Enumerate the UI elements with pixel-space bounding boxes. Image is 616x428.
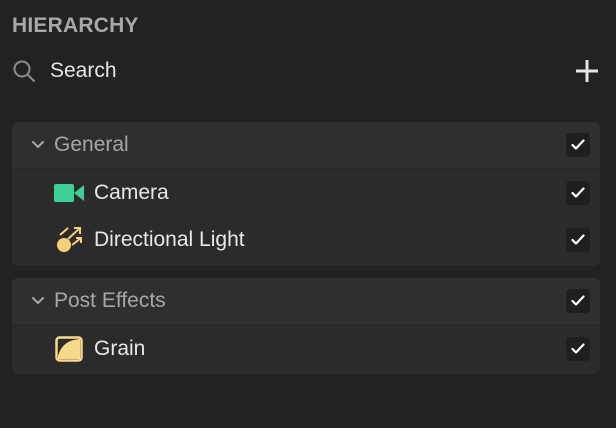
group-header-general[interactable]: General bbox=[12, 122, 600, 169]
checkmark-icon bbox=[571, 295, 585, 306]
search-icon bbox=[12, 59, 36, 83]
list-item-directional-light[interactable]: Directional Light bbox=[12, 216, 600, 263]
checkmark-icon bbox=[571, 233, 585, 245]
grain-icon bbox=[54, 334, 84, 364]
chevron-down-icon[interactable] bbox=[30, 137, 46, 153]
list-item-label: Grain bbox=[94, 336, 146, 360]
grain-checkbox[interactable] bbox=[566, 336, 590, 361]
group-general: General Camera Directional Light bbox=[12, 122, 600, 266]
chevron-down-icon[interactable] bbox=[30, 293, 46, 309]
panel-title: HIERARCHY bbox=[12, 14, 139, 37]
group-post-effects-checkbox[interactable] bbox=[566, 289, 590, 313]
search-bar bbox=[12, 56, 602, 86]
group-general-checkbox[interactable] bbox=[566, 133, 590, 157]
plus-icon bbox=[576, 60, 598, 82]
directional-light-checkbox[interactable] bbox=[566, 227, 590, 252]
list-item-label: Directional Light bbox=[94, 227, 245, 251]
checkmark-icon bbox=[571, 342, 585, 354]
group-post-effects: Post Effects Grain bbox=[12, 278, 600, 374]
directional-light-icon bbox=[54, 225, 84, 255]
list-item-grain[interactable]: Grain bbox=[12, 325, 600, 372]
group-label: Post Effects bbox=[54, 289, 166, 312]
checkmark-icon bbox=[571, 139, 585, 150]
checkmark-icon bbox=[571, 186, 585, 198]
group-header-post-effects[interactable]: Post Effects bbox=[12, 278, 600, 325]
search-input[interactable] bbox=[50, 59, 470, 83]
hierarchy-panel: HIERARCHY General bbox=[0, 0, 616, 428]
group-label: General bbox=[54, 133, 129, 156]
camera-icon bbox=[54, 178, 84, 208]
list-item-camera[interactable]: Camera bbox=[12, 169, 600, 216]
camera-checkbox[interactable] bbox=[566, 180, 590, 205]
list-item-label: Camera bbox=[94, 180, 169, 204]
add-button[interactable] bbox=[572, 56, 602, 86]
